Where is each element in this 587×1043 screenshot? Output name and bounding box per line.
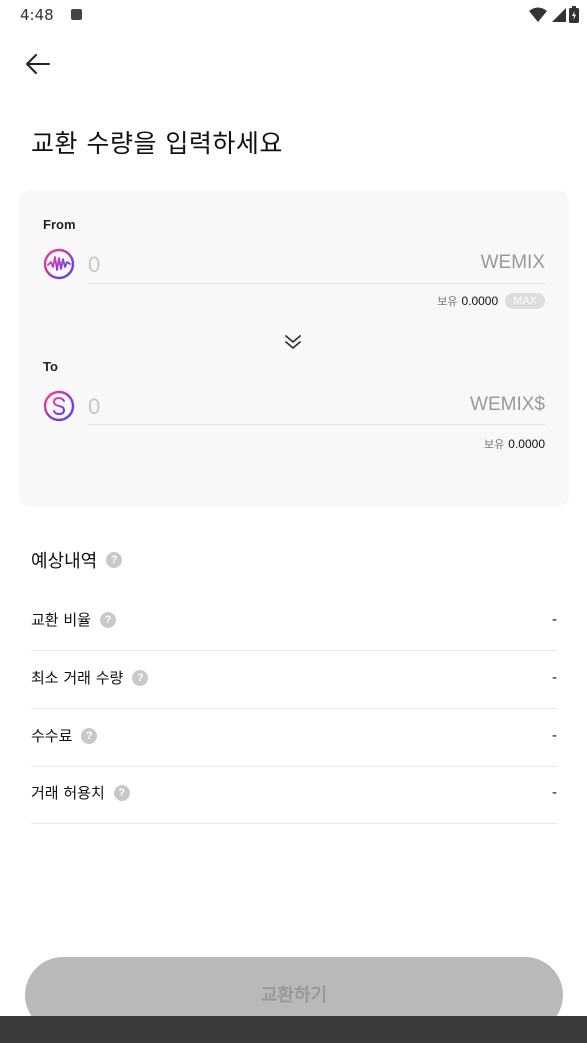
help-icon[interactable]: ? — [81, 727, 98, 744]
double-chevron-down-icon[interactable] — [283, 332, 303, 352]
to-input-underline — [88, 424, 545, 425]
help-icon[interactable]: ? — [99, 611, 116, 628]
detail-row-exchange-rate: 교환 비율 ? - — [31, 592, 557, 651]
detail-row-slippage: 거래 허용치 ? - — [31, 765, 557, 824]
from-balance-label: 보유 — [437, 296, 458, 308]
status-time: 4:48 — [20, 6, 54, 24]
to-amount-input[interactable] — [88, 391, 388, 423]
details-title: 예상내역 ? — [31, 547, 123, 573]
navigation-bar — [0, 1016, 587, 1043]
from-token-symbol: WEMIX — [480, 252, 545, 273]
details-title-text: 예상내역 — [31, 551, 98, 572]
signal-icon — [552, 7, 566, 22]
detail-row-fee: 수수료 ? - — [31, 708, 557, 767]
to-balance-value: 0.0000 — [508, 437, 545, 451]
to-balance: 보유 0.0000 — [484, 436, 545, 452]
from-label: From — [43, 217, 76, 232]
wemix-dollar-token-icon — [43, 390, 75, 422]
page-title: 교환 수량을 입력하세요 — [31, 129, 283, 158]
detail-label: 수수료 ? — [31, 725, 98, 746]
help-icon[interactable]: ? — [113, 784, 130, 801]
status-icons — [529, 6, 579, 23]
detail-label: 최소 거래 수량 ? — [31, 667, 149, 688]
detail-row-min-amount: 최소 거래 수량 ? - — [31, 650, 557, 709]
detail-value: - — [552, 611, 557, 628]
to-label: To — [43, 359, 58, 374]
detail-label-text: 교환 비율 — [31, 611, 91, 629]
status-bar: 4:48 — [0, 0, 587, 32]
to-token-symbol: WEMIX$ — [470, 394, 545, 415]
detail-label: 교환 비율 ? — [31, 609, 116, 630]
detail-value: - — [552, 669, 557, 686]
from-balance-value: 0.0000 — [461, 294, 499, 308]
swap-screen: 4:48 교환 수량을 입력하세요 From 0 WEMIX 보유 0.0000… — [0, 0, 587, 1043]
max-button[interactable]: MAX — [505, 293, 545, 309]
back-button[interactable] — [22, 50, 54, 78]
detail-value: - — [552, 727, 557, 744]
arrow-left-icon — [26, 54, 50, 74]
from-amount-input[interactable] — [88, 249, 388, 281]
notification-a-icon — [71, 9, 82, 20]
detail-value: - — [552, 784, 557, 801]
from-balance: 보유 0.0000 MAX — [437, 293, 545, 309]
detail-label-text: 수수료 — [31, 727, 73, 745]
to-balance-label: 보유 — [484, 439, 505, 451]
help-icon[interactable]: ? — [106, 552, 123, 568]
battery-icon — [569, 6, 579, 23]
wemix-token-icon — [43, 248, 75, 280]
detail-label-text: 최소 거래 수량 — [31, 669, 124, 687]
wifi-icon — [529, 7, 547, 22]
detail-label: 거래 허용치 ? — [31, 782, 130, 803]
detail-label-text: 거래 허용치 — [31, 784, 105, 802]
from-input-underline — [88, 283, 545, 284]
help-icon[interactable]: ? — [132, 669, 149, 686]
